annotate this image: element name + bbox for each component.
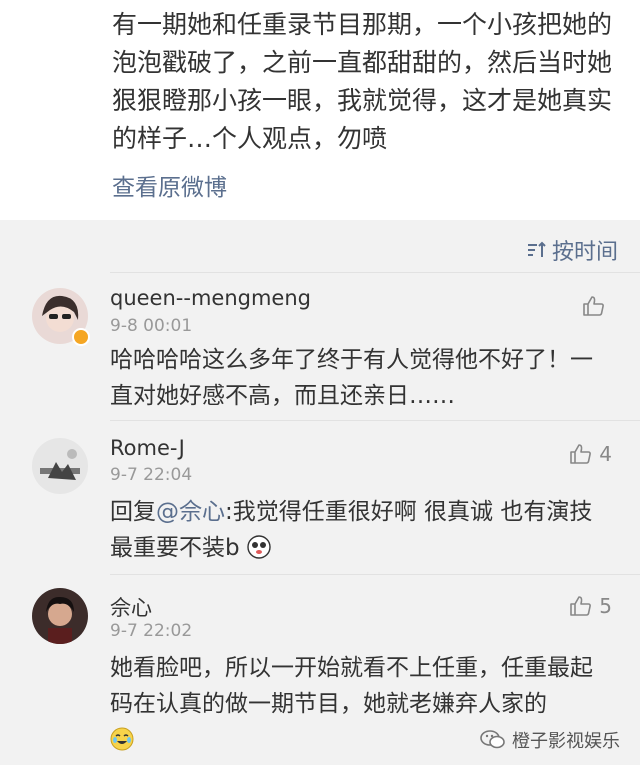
like-count: 4 bbox=[599, 442, 612, 466]
original-post: 有一期她和任重录节目那期，一个小孩把她的泡泡戳破了，之前一直都甜甜的，然后当时她… bbox=[0, 0, 640, 220]
avatar[interactable] bbox=[32, 588, 88, 644]
like-button[interactable]: 4 bbox=[569, 442, 612, 466]
sort-label: 按时间 bbox=[551, 240, 618, 265]
thumbs-up-icon bbox=[570, 444, 592, 464]
emoji-icon bbox=[247, 535, 271, 559]
like-button[interactable] bbox=[582, 294, 612, 318]
watermark-text: 橙子影视娱乐 bbox=[512, 731, 620, 752]
comment-text: 回复@佘心:我觉得任重很好啊 很真诚 也有演技最重要不装b bbox=[110, 494, 610, 566]
reply-prefix: 回复 bbox=[110, 499, 156, 525]
thumbs-up-icon bbox=[570, 596, 592, 616]
view-original-link[interactable]: 查看原微博 bbox=[112, 168, 227, 202]
watermark: 橙子影视娱乐 bbox=[480, 727, 620, 753]
comment-username[interactable]: queen--mengmeng bbox=[110, 286, 311, 310]
like-count: 5 bbox=[599, 594, 612, 618]
thumbs-up-icon bbox=[583, 296, 604, 316]
comment-username[interactable]: Rome-J bbox=[110, 436, 185, 460]
avatar[interactable] bbox=[32, 438, 88, 494]
comment-text-content: 她看脸吧，所以一开始就看不上任重，任重最起码在认真的做一期节目，她就老嫌弃人家的 bbox=[110, 655, 593, 717]
comment-item: queen--mengmeng 9-8 00:01 哈哈哈哈这么多年了终于有人觉… bbox=[0, 272, 640, 420]
comment-username[interactable]: 佘心 bbox=[110, 592, 152, 622]
sort-bar: 按时间 bbox=[0, 224, 640, 272]
comment-item: Rome-J 9-7 22:04 回复@佘心:我觉得任重很好啊 很真诚 也有演技… bbox=[0, 420, 640, 574]
like-button[interactable]: 5 bbox=[569, 594, 612, 618]
verified-badge bbox=[72, 328, 90, 346]
post-text: 有一期她和任重录节目那期，一个小孩把她的泡泡戳破了，之前一直都甜甜的，然后当时她… bbox=[112, 10, 613, 153]
wechat-icon bbox=[480, 730, 505, 749]
comment-text: 哈哈哈哈这么多年了终于有人觉得他不好了！一直对她好感不高，而且还亲日…… bbox=[110, 347, 593, 409]
sort-icon bbox=[527, 241, 546, 257]
sort-by-time-button[interactable]: 按时间 bbox=[526, 234, 618, 266]
comment-time: 9-8 00:01 bbox=[110, 316, 193, 336]
comment-time: 9-7 22:02 bbox=[110, 621, 193, 641]
emoji-icon bbox=[110, 727, 134, 751]
mention-link[interactable]: @佘心 bbox=[156, 499, 225, 525]
comment-time: 9-7 22:04 bbox=[110, 465, 193, 485]
